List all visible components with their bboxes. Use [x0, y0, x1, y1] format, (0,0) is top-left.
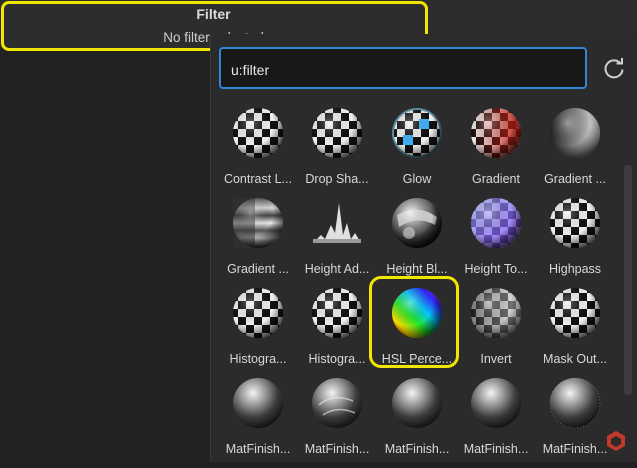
checker-sphere-icon: [312, 108, 362, 158]
filter-item[interactable]: Height Ad...: [298, 195, 376, 288]
filter-item-label: Highpass: [548, 262, 602, 276]
filter-item[interactable]: Glow: [378, 105, 456, 198]
filter-item-label: Contrast L...: [223, 172, 293, 186]
filter-item[interactable]: Highpass: [536, 195, 614, 288]
filter-item[interactable]: Mask Out...: [536, 285, 614, 378]
brushed-metal-sphere-icon: [549, 377, 601, 429]
filter-item-label: Glow: [402, 172, 432, 186]
filter-item[interactable]: Contrast L...: [219, 105, 297, 198]
filter-item-label: MatFinish...: [542, 442, 608, 456]
filter-item[interactable]: MatFinish...: [378, 375, 456, 468]
filter-item[interactable]: MatFinish...: [298, 375, 376, 468]
filter-item-label: MatFinish...: [304, 442, 370, 456]
filter-item-label: Height Bl...: [386, 262, 448, 276]
filter-item[interactable]: Height To...: [457, 195, 535, 288]
inverted-sphere-icon: [471, 288, 521, 338]
checker-sphere-icon: [233, 288, 283, 338]
metal-sphere-icon: [471, 378, 521, 428]
metal-sphere-icon: [392, 378, 442, 428]
filter-item[interactable]: Height Bl...: [378, 195, 456, 288]
filter-grid: Contrast L... Drop Sha... Glow Gradient Grad…: [0, 0, 637, 462]
filter-item-label: MatFinish...: [463, 442, 529, 456]
filter-item[interactable]: Invert: [457, 285, 535, 378]
filter-item-label: Mask Out...: [543, 352, 607, 366]
striped-sphere-icon: [233, 198, 283, 248]
filter-item-label: Drop Sha...: [305, 172, 369, 186]
red-gradient-sphere-icon: [471, 108, 521, 158]
filter-item-label: Gradient ...: [544, 172, 606, 186]
chrome-ball-icon: [392, 198, 442, 248]
filter-item[interactable]: Histogra...: [298, 285, 376, 378]
filter-item-label: Invert: [480, 352, 512, 366]
checker-glow-sphere-icon: [392, 108, 442, 158]
filter-item[interactable]: MatFinish...: [457, 375, 535, 468]
app-badge-icon: [607, 431, 625, 451]
filter-item-label: MatFinish...: [384, 442, 450, 456]
filter-item[interactable]: Histogra...: [219, 285, 297, 378]
filter-item-label: Gradient ...: [227, 262, 289, 276]
checker-sphere-icon: [550, 198, 600, 248]
filter-item-label: Gradient: [472, 172, 520, 186]
filter-item[interactable]: MatFinish...: [219, 375, 297, 468]
checker-sphere-icon: [312, 288, 362, 338]
height-peaks-icon: [313, 203, 361, 243]
filter-item-label: Histogra...: [308, 352, 366, 366]
filter-item-label: Histogra...: [229, 352, 287, 366]
filter-item[interactable]: Gradient: [457, 105, 535, 198]
grey-gradient-sphere-icon: [550, 108, 600, 158]
filter-item-label: MatFinish...: [225, 442, 291, 456]
selection-highlight: [369, 276, 459, 368]
filter-item[interactable]: Gradient ...: [219, 195, 297, 288]
scratched-metal-sphere-icon: [312, 378, 362, 428]
checker-sphere-icon: [233, 108, 283, 158]
filter-item[interactable]: Gradient ...: [536, 105, 614, 198]
filter-item[interactable]: MatFinish...: [536, 375, 614, 468]
filter-item-label: Height Ad...: [304, 262, 370, 276]
normal-checker-sphere-icon: [471, 198, 521, 248]
filter-item-label: Height To...: [464, 262, 528, 276]
metal-sphere-icon: [233, 378, 283, 428]
filter-item[interactable]: Drop Sha...: [298, 105, 376, 198]
checker-sphere-icon: [550, 288, 600, 338]
